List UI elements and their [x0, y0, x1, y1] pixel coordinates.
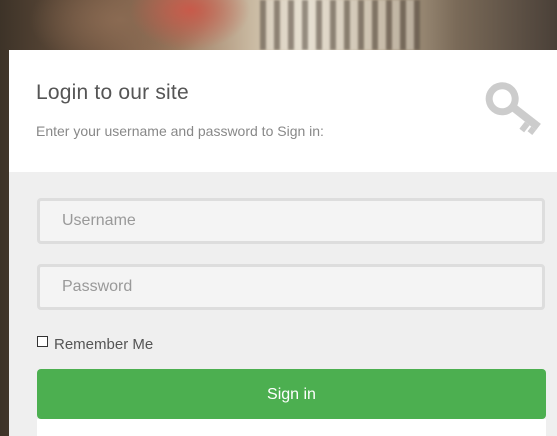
- password-input[interactable]: [37, 264, 545, 310]
- remember-me-label: Remember Me: [54, 335, 154, 353]
- login-title: Login to our site: [36, 81, 189, 104]
- remember-me-checkbox[interactable]: [37, 335, 48, 347]
- background-blinds: [260, 0, 420, 50]
- card-footer: [37, 419, 546, 436]
- sign-in-button[interactable]: Sign in: [37, 369, 546, 419]
- remember-me-row[interactable]: Remember Me: [37, 334, 153, 354]
- login-card: Login to our site Enter your username an…: [9, 50, 557, 436]
- login-header: Login to our site Enter your username an…: [9, 50, 557, 172]
- username-input[interactable]: [37, 198, 545, 244]
- login-subtitle: Enter your username and password to Sign…: [36, 123, 324, 139]
- key-icon: [485, 82, 541, 135]
